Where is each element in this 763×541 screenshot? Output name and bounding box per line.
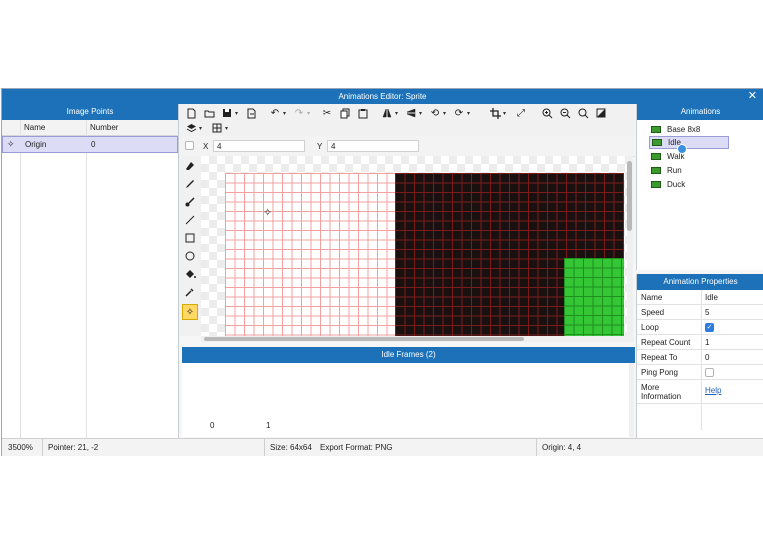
paste-icon[interactable] [355, 106, 371, 120]
editor-toolbar: ▾ ↶ ▾ ↷ ▾ ✂ ▾ ▾ ⟲ ▾ ⟳ ▾ ▾ ⤢ ▾ ▾ [179, 104, 635, 136]
open-folder-icon[interactable] [201, 106, 217, 120]
crop-icon[interactable] [487, 106, 503, 120]
animation-film-icon [651, 167, 661, 174]
undo-icon[interactable]: ↶ [267, 106, 283, 120]
frames-strip[interactable]: 0 1 [182, 363, 630, 437]
properties-header: Animation Properties [637, 274, 763, 290]
pointer-position: Pointer: 21, -2 [48, 443, 99, 452]
resize-icon[interactable]: ⤢ [513, 106, 529, 120]
animation-item-duck[interactable]: Duck [651, 178, 751, 191]
property-row-repeat-to: Repeat To 0 [637, 350, 763, 365]
y-input[interactable]: 4 [327, 140, 419, 152]
redo-icon[interactable]: ↷ [291, 106, 307, 120]
image-points-panel: Image Points Name Number ✧ Origin 0 [2, 104, 179, 438]
animation-film-icon [651, 181, 661, 188]
origin-point-icon: ✧ [185, 306, 195, 318]
eraser-icon[interactable] [182, 158, 198, 174]
layers-icon[interactable] [183, 121, 199, 135]
image-points-header: Image Points [2, 104, 178, 120]
more-info-label: More Information [641, 383, 682, 401]
window-title: Animations Editor: Sprite [338, 92, 427, 101]
speed-value[interactable]: 5 [705, 308, 709, 317]
image-points-column-header: Name Number [2, 120, 178, 136]
sprite-canvas[interactable]: ✧ [201, 156, 630, 336]
cut-icon[interactable]: ✂ [319, 106, 335, 120]
origin-point-tool[interactable]: ✧ [182, 304, 198, 320]
property-row-loop: Loop ✓ [637, 320, 763, 335]
copy-icon[interactable] [337, 106, 353, 120]
ping-pong-checkbox[interactable] [705, 368, 714, 377]
line-icon[interactable] [182, 212, 198, 228]
frames-header: Idle Frames (2) [182, 347, 635, 363]
export-format: Export Format: PNG [320, 443, 393, 452]
export-icon[interactable] [243, 106, 259, 120]
rotate-ccw-icon[interactable]: ⟲ [427, 106, 443, 120]
rotate-cw-icon[interactable]: ⟳ [451, 106, 467, 120]
grid-toggle-icon[interactable] [593, 106, 609, 120]
canvas-grid-light [225, 173, 395, 336]
canvas-vertical-scroll-thumb[interactable] [627, 161, 632, 231]
image-point-number: 0 [91, 140, 96, 149]
ellipse-icon[interactable] [182, 248, 198, 264]
cursor-pointer-icon [677, 144, 687, 154]
column-name[interactable]: Name [24, 123, 45, 132]
property-row-more-info: More Information Help [637, 380, 763, 404]
origin-position: Origin: 4, 4 [542, 443, 582, 452]
coordinate-row: X 4 Y 4 [179, 136, 635, 157]
animation-film-icon [651, 153, 661, 160]
window-titlebar: Animations Editor: Sprite [2, 89, 763, 104]
animation-film-icon [652, 139, 662, 146]
animation-item-base[interactable]: Base 8x8 [651, 123, 751, 136]
drawing-tools: ✧ [179, 156, 201, 336]
property-row-speed: Speed 5 [637, 305, 763, 320]
property-row-ping-pong: Ping Pong [637, 365, 763, 380]
property-row-repeat-count: Repeat Count 1 [637, 335, 763, 350]
eyedropper-icon[interactable] [182, 284, 198, 300]
image-point-name: Origin [25, 140, 47, 149]
fill-bucket-icon[interactable] [182, 266, 198, 282]
tiles-icon[interactable] [209, 121, 225, 135]
coordinate-checkbox[interactable] [185, 141, 194, 150]
animation-properties-panel: Animation Properties Name Idle Speed 5 L… [636, 274, 763, 438]
animation-film-icon [651, 126, 661, 133]
column-number[interactable]: Number [90, 123, 118, 132]
origin-point-icon: ✧ [7, 139, 15, 149]
new-file-icon[interactable] [183, 106, 199, 120]
help-link[interactable]: Help [705, 386, 721, 395]
brush-icon[interactable] [182, 194, 198, 210]
canvas-green-region [564, 258, 624, 336]
status-bar: 3500% Pointer: 21, -2 Size: 64x64 Export… [2, 438, 763, 456]
x-label: X [203, 142, 209, 151]
pencil-icon[interactable] [182, 176, 198, 192]
canvas-horizontal-scroll-thumb[interactable] [204, 337, 524, 341]
frame-label-0[interactable]: 0 [210, 421, 214, 430]
frames-scrollbar[interactable] [629, 363, 634, 437]
name-value[interactable]: Idle [705, 293, 718, 302]
animations-header: Animations [637, 104, 763, 120]
zoom-out-icon[interactable] [557, 106, 573, 120]
animation-item-walk[interactable]: Walk [651, 150, 751, 163]
rectangle-icon[interactable] [182, 230, 198, 246]
animation-item-idle[interactable]: Idle [649, 136, 729, 149]
repeat-to-value[interactable]: 0 [705, 353, 709, 362]
origin-marker-icon[interactable]: ✧ [263, 206, 272, 219]
animations-panel: Animations Base 8x8 Idle Walk Run Duck [636, 104, 763, 270]
y-label: Y [317, 142, 323, 151]
zoom-fit-icon[interactable] [575, 106, 591, 120]
image-point-row[interactable]: ✧ Origin 0 [2, 136, 178, 153]
frame-label-1[interactable]: 1 [266, 421, 270, 430]
animations-editor-window: Animations Editor: Sprite ✕ Image Points… [1, 88, 763, 456]
zoom-level: 3500% [8, 443, 33, 452]
zoom-in-icon[interactable] [539, 106, 555, 120]
property-row-name: Name Idle [637, 290, 763, 305]
save-icon[interactable] [219, 106, 235, 120]
x-input[interactable]: 4 [213, 140, 305, 152]
mirror-icon[interactable] [403, 106, 419, 120]
repeat-count-value[interactable]: 1 [705, 338, 709, 347]
flip-icon[interactable] [379, 106, 395, 120]
sprite-size: Size: 64x64 [270, 443, 312, 452]
animation-item-run[interactable]: Run [651, 164, 751, 177]
close-icon[interactable]: ✕ [748, 89, 757, 104]
loop-checkbox[interactable]: ✓ [705, 323, 714, 332]
